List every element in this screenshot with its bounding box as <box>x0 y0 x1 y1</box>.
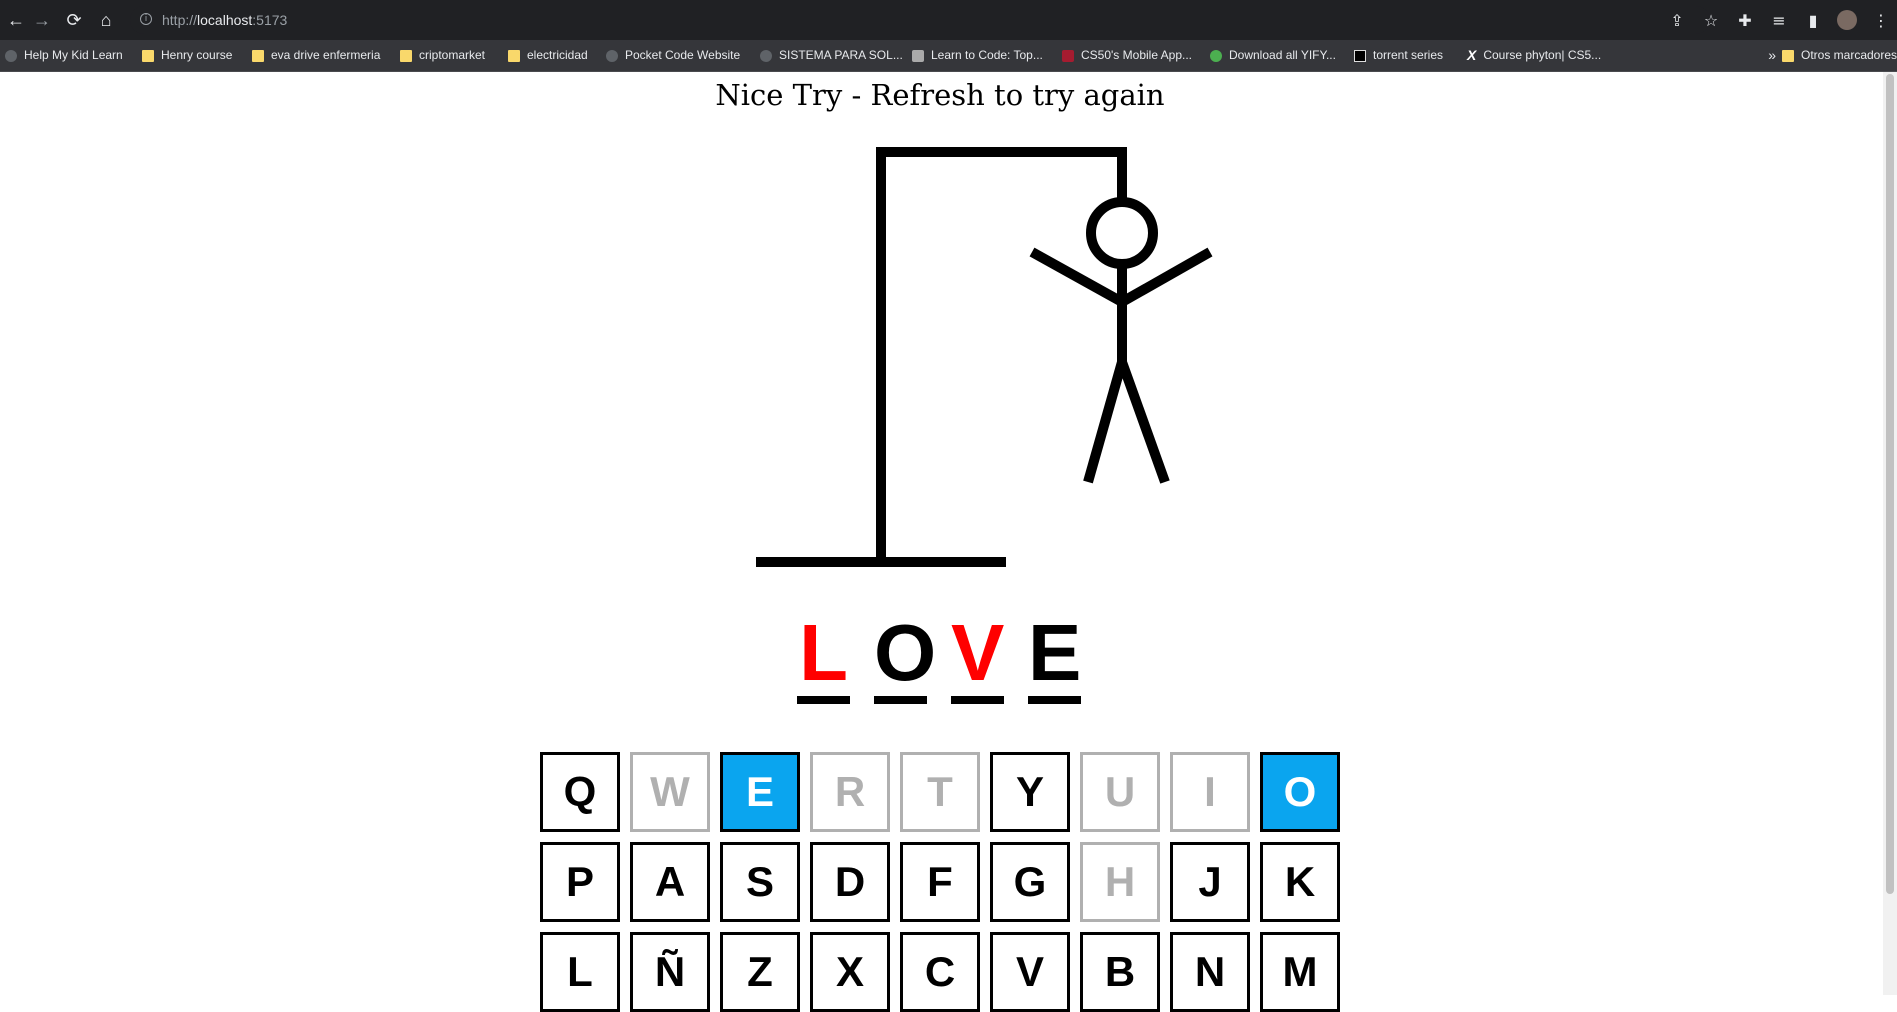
hangman-head <box>1086 197 1158 269</box>
key-c[interactable]: C <box>900 932 980 1012</box>
hangman-right-leg <box>1117 360 1170 484</box>
key-l[interactable]: L <box>540 932 620 1012</box>
key-z[interactable]: Z <box>720 932 800 1012</box>
key-r[interactable]: R <box>810 752 890 832</box>
key-x[interactable]: X <box>810 932 890 1012</box>
word-letter-slot: E <box>1028 610 1081 704</box>
key-n[interactable]: N <box>1170 932 1250 1012</box>
key-e[interactable]: E <box>720 752 800 832</box>
page-scrollbar[interactable] <box>1883 72 1897 995</box>
key-w[interactable]: W <box>630 752 710 832</box>
key-g[interactable]: G <box>990 842 1070 922</box>
key-t[interactable]: T <box>900 752 980 832</box>
word-display: LOVE <box>797 610 1081 704</box>
key-p[interactable]: P <box>540 842 620 922</box>
key-a[interactable]: A <box>630 842 710 922</box>
scrollbar-thumb[interactable] <box>1886 74 1894 894</box>
key-y[interactable]: Y <box>990 752 1070 832</box>
word-letter-slot: L <box>797 610 850 704</box>
key-v[interactable]: V <box>990 932 1070 1012</box>
key-k[interactable]: K <box>1260 842 1340 922</box>
key-f[interactable]: F <box>900 842 980 922</box>
key-ñ[interactable]: Ñ <box>630 932 710 1012</box>
key-d[interactable]: D <box>810 842 890 922</box>
key-s[interactable]: S <box>720 842 800 922</box>
key-i[interactable]: I <box>1170 752 1250 832</box>
key-m[interactable]: M <box>1260 932 1340 1012</box>
key-q[interactable]: Q <box>540 752 620 832</box>
key-o[interactable]: O <box>1260 752 1340 832</box>
letter-keyboard: QWERTYUIO PASDFGHJK LÑZXCVBNM <box>540 752 1340 1012</box>
key-h[interactable]: H <box>1080 842 1160 922</box>
word-letter-slot: V <box>951 610 1004 704</box>
key-j[interactable]: J <box>1170 842 1250 922</box>
word-letter-slot: O <box>874 610 936 704</box>
key-b[interactable]: B <box>1080 932 1160 1012</box>
hangman-left-leg <box>1083 360 1127 484</box>
key-u[interactable]: U <box>1080 752 1160 832</box>
